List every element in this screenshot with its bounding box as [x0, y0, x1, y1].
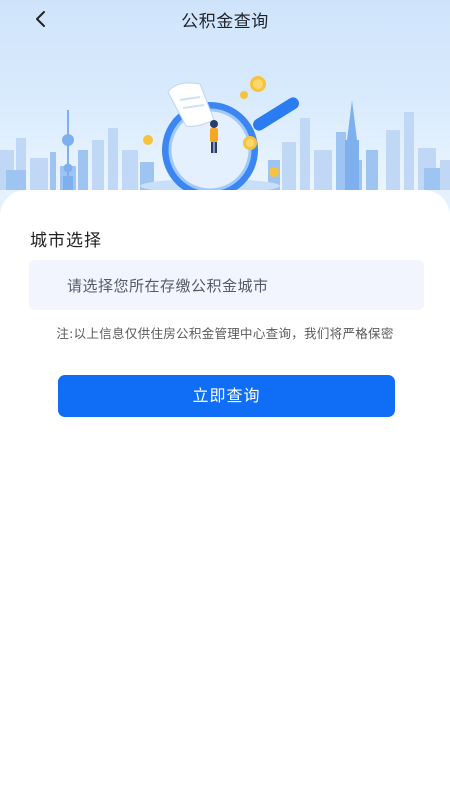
nav-bar: 公积金查询: [0, 0, 450, 38]
query-form-card: 城市选择 请选择您所在存缴公积金城市 注:以上信息仅供住房公积金管理中心查询，我…: [0, 190, 450, 800]
screen: 公积金查询 城市选择 请选择您所在存缴公积金城市 注:以上信息仅供住房公积金管理…: [0, 0, 450, 800]
city-select-placeholder: 请选择您所在存缴公积金城市: [67, 277, 269, 295]
query-now-button[interactable]: 立即查询: [58, 375, 395, 417]
privacy-notice: 注:以上信息仅供住房公积金管理中心查询，我们将严格保密: [56, 326, 394, 341]
page-title: 公积金查询: [181, 12, 269, 32]
city-section-label: 城市选择: [30, 231, 102, 251]
city-select-field[interactable]: 请选择您所在存缴公积金城市: [29, 260, 424, 310]
